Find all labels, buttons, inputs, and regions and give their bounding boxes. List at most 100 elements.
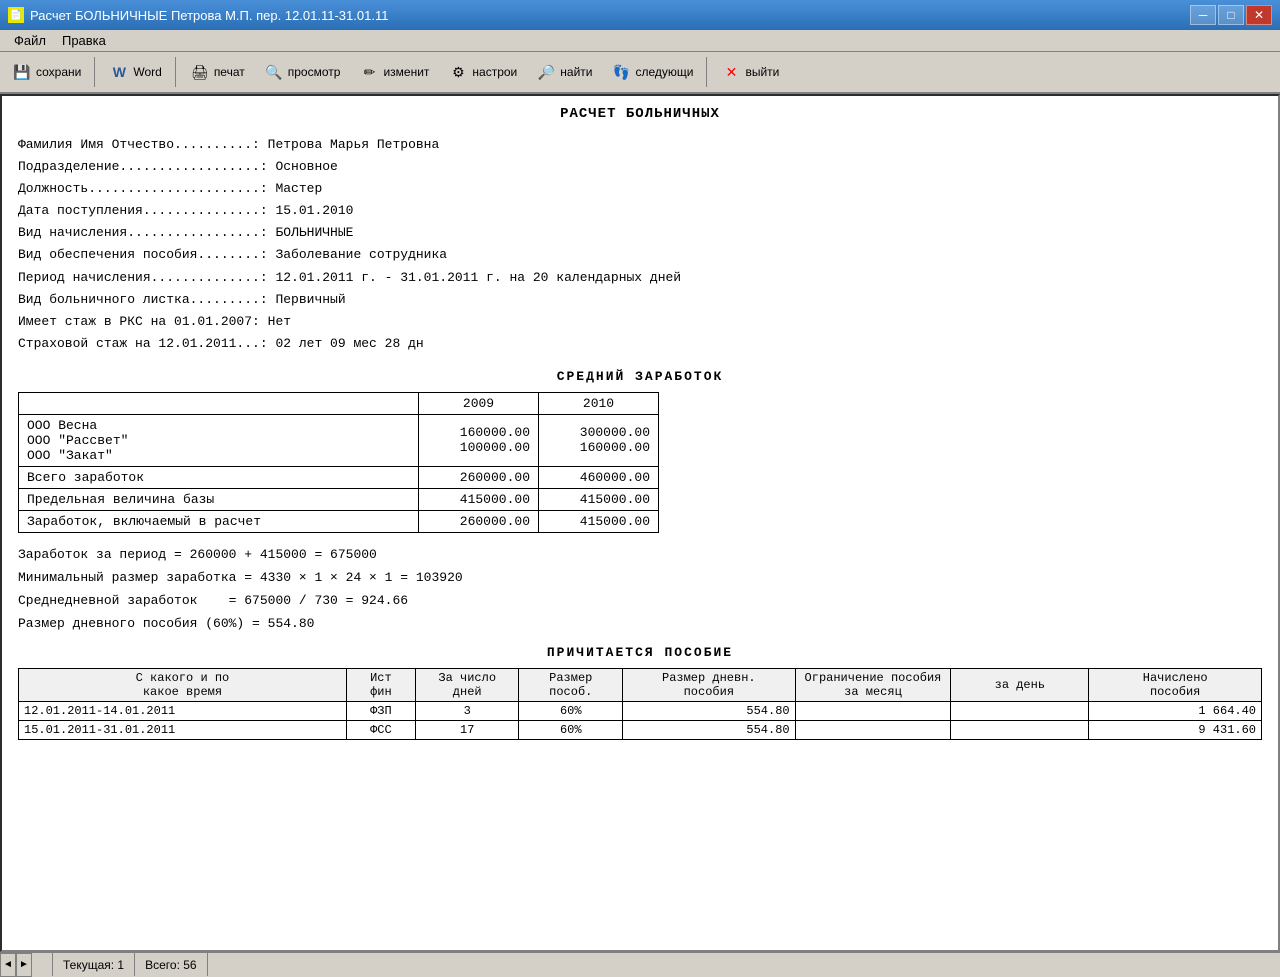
org-2010-cell: 300000.00160000.00 <box>539 414 659 466</box>
total-2009: 260000.00 <box>419 466 539 488</box>
info-line: Дата поступления...............: 15.01.2… <box>18 200 1262 222</box>
payout-src: ФСС <box>346 720 415 739</box>
info-block: Фамилия Имя Отчество..........: Петрова … <box>18 134 1262 355</box>
org-names-cell: ООО ВеснаООО "Рассвет"ООО "Закат" <box>19 414 419 466</box>
title-bar: 📄 Расчет БОЛЬНИЧНЫЕ Петрова М.П. пер. 12… <box>0 0 1280 30</box>
save-icon: 💾 <box>11 61 33 83</box>
toolbar: 💾 сохрани W Word 🖨 печат 🔍 просмотр ✏ из… <box>0 52 1280 94</box>
total-label: Всего заработок <box>19 466 419 488</box>
calc-line-3: Размер дневного пособия (60%) = 554.80 <box>18 616 1262 631</box>
exit-button[interactable]: ✕ выйти <box>713 55 786 89</box>
toolbar-sep-1 <box>94 57 95 87</box>
year-2009-header: 2009 <box>419 392 539 414</box>
menu-bar: Файл Правка <box>0 30 1280 52</box>
exit-label: выйти <box>745 65 779 79</box>
main-content: РАСЧЕТ БОЛЬНИЧНЫХ Фамилия Имя Отчество..… <box>0 94 1280 952</box>
page-title: РАСЧЕТ БОЛЬНИЧНЫХ <box>18 106 1262 122</box>
payout-days: 17 <box>415 720 519 739</box>
info-line: Вид обеспечения пособия........: Заболев… <box>18 244 1262 266</box>
next-icon: 👣 <box>610 61 632 83</box>
preview-button[interactable]: 🔍 просмотр <box>256 55 348 89</box>
save-button[interactable]: 💾 сохрани <box>4 55 88 89</box>
max-base-2009: 415000.00 <box>419 488 539 510</box>
payout-days: 3 <box>415 701 519 720</box>
payout-row: 15.01.2011-31.01.2011 ФСС 17 60% 554.80 … <box>19 720 1262 739</box>
menu-edit[interactable]: Правка <box>54 31 114 50</box>
edit-label: изменит <box>383 65 429 79</box>
next-button[interactable]: 👣 следующи <box>603 55 700 89</box>
find-label: найти <box>560 65 592 79</box>
status-bar: ◄ ► Текущая: 1 Всего: 56 <box>0 952 1280 976</box>
print-button[interactable]: 🖨 печат <box>182 55 252 89</box>
app-icon: 📄 <box>8 7 24 23</box>
status-current: Текущая: 1 <box>53 953 135 976</box>
payout-table: С какого и покакое время Истфин За число… <box>18 668 1262 740</box>
avg-earnings-title: СРЕДНИЙ ЗАРАБОТОК <box>18 369 1262 384</box>
payout-days-header: За числодней <box>415 668 519 701</box>
info-line: Вид начисления.................: БОЛЬНИЧ… <box>18 222 1262 244</box>
year-2010-header: 2010 <box>539 392 659 414</box>
info-line: Имеет стаж в РКС на 01.01.2007: Нет <box>18 311 1262 333</box>
print-label: печат <box>214 65 245 79</box>
info-line: Должность......................: Мастер <box>18 178 1262 200</box>
title-bar-buttons: ─ □ ✕ <box>1190 5 1272 25</box>
calc-base-2010: 415000.00 <box>539 510 659 532</box>
payout-daily: 554.80 <box>623 701 796 720</box>
edit-button[interactable]: ✏ изменит <box>351 55 436 89</box>
payout-total: 1 664.40 <box>1089 701 1262 720</box>
calc-line-0: Заработок за период = 260000 + 415000 = … <box>18 547 1262 562</box>
find-icon: 🔎 <box>535 61 557 83</box>
payout-pct: 60% <box>519 720 623 739</box>
preview-icon: 🔍 <box>263 61 285 83</box>
minimize-button[interactable]: ─ <box>1190 5 1216 25</box>
status-total: Всего: 56 <box>135 953 207 976</box>
payout-daily: 554.80 <box>623 720 796 739</box>
edit-icon: ✏ <box>358 61 380 83</box>
calc-line-2: Среднедневной заработок = 675000 / 730 =… <box>18 593 1262 608</box>
menu-file[interactable]: Файл <box>6 31 54 50</box>
exit-icon: ✕ <box>720 61 742 83</box>
calc-base-label: Заработок, включаемый в расчет <box>19 510 419 532</box>
settings-icon: ⚙ <box>447 61 469 83</box>
status-empty <box>32 953 53 976</box>
payout-period: 12.01.2011-14.01.2011 <box>19 701 347 720</box>
title-bar-text: Расчет БОЛЬНИЧНЫЕ Петрова М.П. пер. 12.0… <box>30 8 1190 23</box>
payout-lim-day <box>951 720 1089 739</box>
settings-label: настрои <box>472 65 517 79</box>
preview-label: просмотр <box>288 65 341 79</box>
payout-row: 12.01.2011-14.01.2011 ФЗП 3 60% 554.80 1… <box>19 701 1262 720</box>
calc-base-2009: 260000.00 <box>419 510 539 532</box>
payout-lim-month <box>795 701 951 720</box>
maximize-button[interactable]: □ <box>1218 5 1244 25</box>
payout-daily-header: Размер дневн.пособия <box>623 668 796 701</box>
calc-line-1: Минимальный размер заработка = 4330 × 1 … <box>18 570 1262 585</box>
save-label: сохрани <box>36 65 81 79</box>
word-label: Word <box>133 65 161 79</box>
word-button[interactable]: W Word <box>101 55 168 89</box>
word-icon: W <box>108 61 130 83</box>
scroll-left-button[interactable]: ◄ <box>0 953 16 977</box>
earnings-table: 2009 2010 ООО ВеснаООО "Рассвет"ООО "Зак… <box>18 392 659 533</box>
info-line: Страховой стаж на 12.01.2011...: 02 лет … <box>18 333 1262 355</box>
toolbar-sep-2 <box>175 57 176 87</box>
info-line: Период начисления..............: 12.01.2… <box>18 267 1262 289</box>
print-icon: 🖨 <box>189 61 211 83</box>
info-line: Фамилия Имя Отчество..........: Петрова … <box>18 134 1262 156</box>
payout-period: 15.01.2011-31.01.2011 <box>19 720 347 739</box>
max-base-2010: 415000.00 <box>539 488 659 510</box>
payout-lim-month <box>795 720 951 739</box>
settings-button[interactable]: ⚙ настрои <box>440 55 524 89</box>
payout-src-header: Истфин <box>346 668 415 701</box>
scroll-right-button[interactable]: ► <box>16 953 32 977</box>
find-button[interactable]: 🔎 найти <box>528 55 599 89</box>
toolbar-sep-3 <box>706 57 707 87</box>
payout-period-header: С какого и покакое время <box>19 668 347 701</box>
payout-lim-day-header: за день <box>951 668 1089 701</box>
payout-total: 9 431.60 <box>1089 720 1262 739</box>
next-label: следующи <box>635 65 693 79</box>
max-base-label: Предельная величина базы <box>19 488 419 510</box>
close-button[interactable]: ✕ <box>1246 5 1272 25</box>
org-2009-cell: 160000.00100000.00 <box>419 414 539 466</box>
payout-lim-month-header: Ограничение пособияза месяц <box>795 668 951 701</box>
info-line: Вид больничного листка.........: Первичн… <box>18 289 1262 311</box>
